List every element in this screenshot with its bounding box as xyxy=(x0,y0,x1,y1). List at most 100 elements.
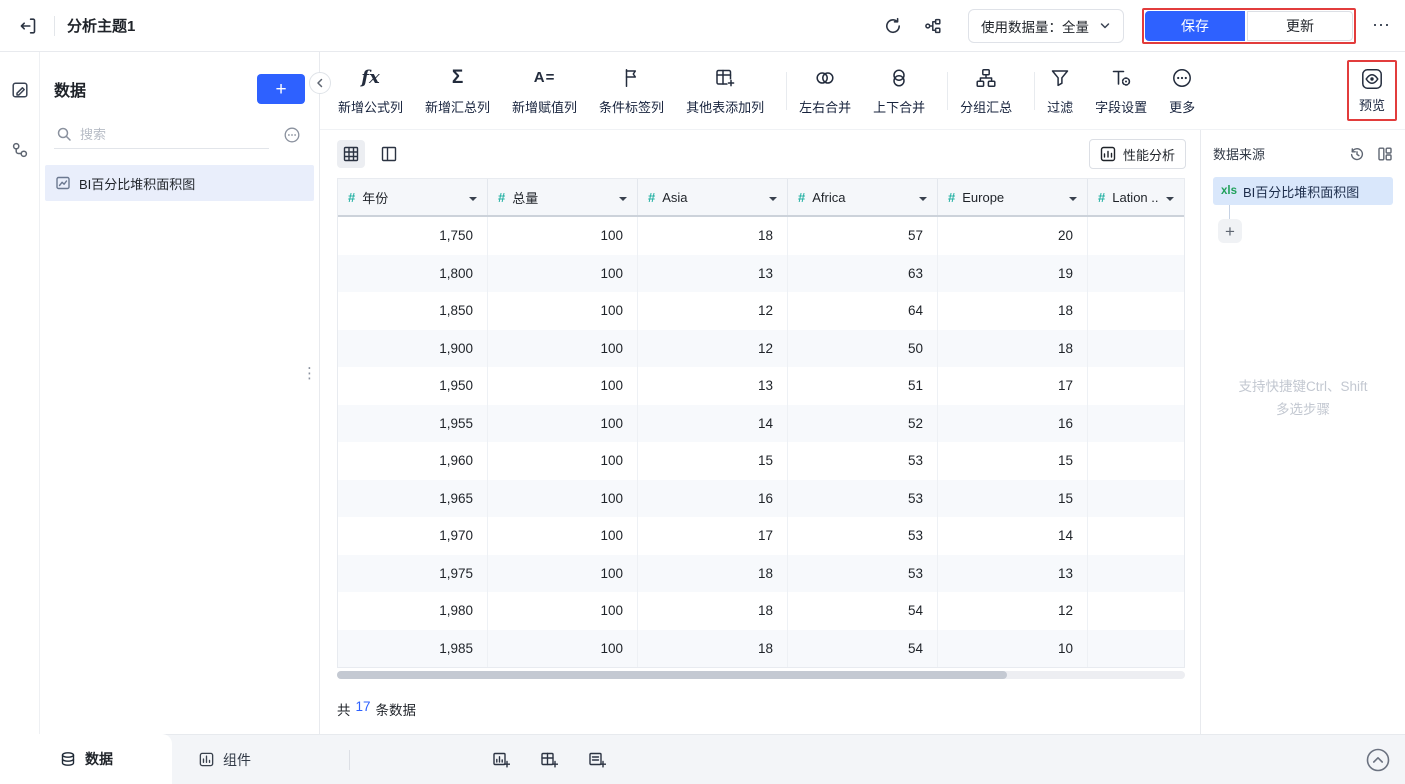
exit-icon xyxy=(18,16,38,36)
table-row[interactable]: 1,750 100 18 57 20 xyxy=(338,217,1184,255)
toolbar-item-more[interactable]: 更多 xyxy=(1169,66,1195,116)
column-dropdown-icon[interactable] xyxy=(919,196,927,205)
search-box[interactable] xyxy=(54,120,269,149)
column-header[interactable]: # Asia xyxy=(638,179,788,215)
table-row[interactable]: 1,955 100 14 52 16 xyxy=(338,404,1184,442)
table-cell: 100 xyxy=(488,329,638,367)
add-card-component-button[interactable] xyxy=(584,747,610,773)
table-row[interactable]: 1,980 100 18 54 12 xyxy=(338,592,1184,630)
add-dataset-button[interactable]: + xyxy=(257,74,305,104)
tab-data[interactable]: 数据 xyxy=(0,734,172,784)
table-cell: 1,900 xyxy=(338,329,488,367)
column-dropdown-icon[interactable] xyxy=(1166,196,1174,205)
save-button[interactable]: 保存 xyxy=(1145,10,1245,41)
table-row[interactable]: 1,800 100 13 63 19 xyxy=(338,254,1184,292)
search-input[interactable] xyxy=(80,126,267,142)
table-cell xyxy=(1088,517,1184,555)
column-dropdown-icon[interactable] xyxy=(619,196,627,205)
add-step-button[interactable]: + xyxy=(1218,219,1242,243)
column-header[interactable]: # Lation .. xyxy=(1088,179,1184,215)
column-dropdown-icon[interactable] xyxy=(1069,196,1077,205)
dataset-list-item[interactable]: BI百分比堆积面积图 xyxy=(45,165,314,201)
lineage-button[interactable] xyxy=(920,13,946,39)
add-table-component-button[interactable] xyxy=(536,747,562,773)
history-button[interactable] xyxy=(1349,146,1365,162)
column-dropdown-icon[interactable] xyxy=(769,196,777,205)
performance-analysis-button[interactable]: 性能分析 xyxy=(1088,139,1186,169)
table-row[interactable]: 1,900 100 12 50 18 xyxy=(338,329,1184,367)
data-usage-label: 使用数据量：全量 xyxy=(981,19,1089,35)
ellipsis-circle-icon xyxy=(283,126,301,144)
column-header[interactable]: # 总量 xyxy=(488,179,638,215)
preview-button[interactable]: 预览 xyxy=(1346,60,1397,121)
card-add-icon xyxy=(588,751,606,769)
column-header[interactable]: # Africa xyxy=(788,179,938,215)
toolbar-item-add-column-from-table[interactable]: 其他表添加列 xyxy=(686,66,764,116)
page-title: 分析主题1 xyxy=(67,18,136,35)
sigma-icon: Σ xyxy=(451,66,464,88)
table-cell: 16 xyxy=(638,479,788,517)
row-count-number: 17 xyxy=(355,699,371,714)
table-row[interactable]: 1,950 100 13 51 17 xyxy=(338,367,1184,405)
table-cell: 100 xyxy=(488,442,638,480)
collapse-bottom-panel-button[interactable] xyxy=(1365,747,1391,773)
table-row[interactable]: 1,850 100 12 64 18 xyxy=(338,292,1184,330)
column-dropdown-icon[interactable] xyxy=(469,196,477,205)
update-button[interactable]: 更新 xyxy=(1247,10,1353,41)
table-cell: 14 xyxy=(638,404,788,442)
more-options-button[interactable]: ⋯ xyxy=(1372,15,1391,36)
table-cell xyxy=(1088,442,1184,480)
panel-resize-handle[interactable]: ⋮ xyxy=(302,366,317,381)
column-header[interactable]: # 年份 xyxy=(338,179,488,215)
preview-eye-icon xyxy=(1360,67,1384,91)
table-cell xyxy=(1088,592,1184,630)
source-step-item[interactable]: xls BI百分比堆积面积图 xyxy=(1213,177,1393,205)
database-icon xyxy=(60,751,76,767)
toolbar-item-filter[interactable]: 过滤 xyxy=(1047,66,1073,116)
grid-view-icon xyxy=(343,146,359,162)
exit-button[interactable] xyxy=(14,12,42,40)
table-row[interactable]: 1,970 100 17 53 14 xyxy=(338,517,1184,555)
edit-panel-button[interactable] xyxy=(6,76,34,104)
assign-icon: A= xyxy=(533,69,556,86)
table-row[interactable]: 1,965 100 16 53 15 xyxy=(338,479,1184,517)
table-cell: 64 xyxy=(788,292,938,330)
left-rail xyxy=(0,52,40,734)
toolbar-item-new-assign-column[interactable]: A= 新增赋值列 xyxy=(512,66,577,116)
table-row[interactable]: 1,975 100 18 53 13 xyxy=(338,554,1184,592)
data-usage-select[interactable]: 使用数据量：全量 xyxy=(968,8,1124,43)
search-filter-button[interactable] xyxy=(279,122,305,148)
toolbar-item-union-top-bottom[interactable]: 上下合并 xyxy=(873,66,925,116)
table-row[interactable]: 1,985 100 18 54 10 xyxy=(338,629,1184,667)
table-cell: 18 xyxy=(638,629,788,667)
collapse-sidebar-button[interactable] xyxy=(309,72,331,94)
grid-view-toggle[interactable] xyxy=(337,140,365,168)
refresh-button[interactable] xyxy=(880,13,906,39)
table-cell: 100 xyxy=(488,217,638,255)
divider xyxy=(349,749,350,770)
column-header[interactable]: # Europe xyxy=(938,179,1088,215)
column-view-toggle[interactable] xyxy=(375,140,403,168)
table-cell: 18 xyxy=(938,292,1088,330)
toolbar-item-field-settings[interactable]: 字段设置 xyxy=(1095,66,1147,116)
table-cell: 57 xyxy=(788,217,938,255)
chevron-down-icon xyxy=(1099,20,1111,32)
toolbar-item-group-summary[interactable]: 分组汇总 xyxy=(960,66,1012,116)
column-view-icon xyxy=(381,146,397,162)
add-chart-component-button[interactable] xyxy=(488,747,514,773)
bottom-bar: 数据 组件 xyxy=(0,734,1405,784)
row-count: 共 17 条数据 xyxy=(337,699,417,718)
toolbar-item-join-left-right[interactable]: 左右合并 xyxy=(799,66,851,116)
numeric-field-icon: # xyxy=(798,189,806,205)
toolbar-item-new-formula-column[interactable]: fx 新增公式列 xyxy=(338,66,403,116)
tab-components[interactable]: 组件 xyxy=(186,750,263,770)
table-cell: 63 xyxy=(788,254,938,292)
scrollbar-thumb[interactable] xyxy=(337,671,1007,679)
toolbar-item-condition-tag-column[interactable]: 条件标签列 xyxy=(599,66,664,116)
toolbar-item-new-summary-column[interactable]: Σ 新增汇总列 xyxy=(425,66,490,116)
table-row[interactable]: 1,960 100 15 53 15 xyxy=(338,442,1184,480)
layout-switch-button[interactable] xyxy=(1377,146,1393,162)
table-cell: 1,965 xyxy=(338,479,488,517)
step-connector-line xyxy=(1229,205,1230,219)
relation-panel-button[interactable] xyxy=(6,136,34,164)
